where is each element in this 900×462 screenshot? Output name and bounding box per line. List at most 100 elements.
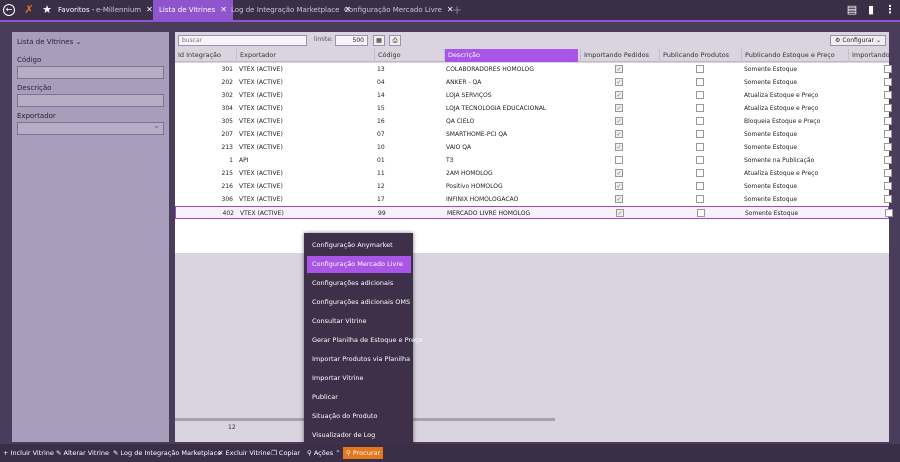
- menu-item[interactable]: Configuração Anymarket: [307, 237, 411, 254]
- col-publicando-estoque[interactable]: Publicando Estoque e Preço: [741, 49, 847, 62]
- incluir-vitrine-button[interactable]: + Incluir Vitrine: [3, 447, 54, 459]
- importando-checkbox[interactable]: ✓: [615, 143, 623, 151]
- importando-extra-checkbox[interactable]: [884, 91, 892, 99]
- col-importando-pedidos[interactable]: Importando Pedidos: [580, 49, 658, 62]
- print-icon[interactable]: ⎙: [389, 35, 401, 46]
- col-exportador[interactable]: Exportador: [236, 49, 373, 62]
- acoes-button[interactable]: ⚲ Ações ⌃: [307, 447, 341, 459]
- publicando-checkbox[interactable]: [696, 91, 704, 99]
- table-row[interactable]: 304 VTEX (ACTIVE) 15 LOJA TECNOLOGIA EDUCAC…: [175, 102, 892, 115]
- cell-id: 301: [221, 66, 233, 73]
- filter-title[interactable]: Lista de Vitrines ⌄: [17, 38, 81, 46]
- more-icon[interactable]: ⋮: [883, 3, 897, 17]
- publicando-checkbox[interactable]: [696, 78, 704, 86]
- importando-extra-checkbox[interactable]: [884, 117, 892, 125]
- importando-checkbox[interactable]: ✓: [615, 78, 623, 86]
- chat-icon[interactable]: ▮: [864, 3, 878, 17]
- menu-item[interactable]: Consultar Vitrine: [307, 313, 411, 330]
- table-row[interactable]: 207 VTEX (ACTIVE) 07 SMARTHOME-PCI QA ✓ Somen…: [175, 128, 892, 141]
- importando-checkbox[interactable]: ✓: [615, 91, 623, 99]
- tab-config-mercado-livre[interactable]: Configuração Mercado Livre ✕: [338, 0, 460, 20]
- cell-exportador: VTEX (ACTIVE): [239, 79, 283, 86]
- configurar-button[interactable]: ⚙ Configurar ⌄: [830, 35, 886, 46]
- importando-checkbox[interactable]: ✓: [615, 104, 623, 112]
- export-icon[interactable]: ▦: [373, 35, 385, 46]
- table-row[interactable]: 1 API 01 T3 Somente na Publicação: [175, 154, 892, 167]
- importando-checkbox[interactable]: ✓: [615, 195, 623, 203]
- publicando-checkbox[interactable]: [696, 104, 704, 112]
- menu-item[interactable]: Importar Produtos via Planilha: [307, 351, 411, 368]
- col-descricao[interactable]: Descrição: [444, 49, 578, 62]
- tab-label: e-Millennium: [96, 6, 142, 14]
- importando-extra-checkbox[interactable]: [884, 195, 892, 203]
- table-row[interactable]: 301 VTEX (ACTIVE) 13 COLABORADORES HOMOLOG ✓…: [175, 63, 892, 76]
- table-row[interactable]: 215 VTEX (ACTIVE) 11 2AM HOMOLOG ✓ Atualiza E…: [175, 167, 892, 180]
- importando-extra-checkbox[interactable]: [884, 130, 892, 138]
- clipboard-icon[interactable]: ▤: [845, 3, 859, 17]
- limite-input[interactable]: 500: [335, 35, 368, 46]
- menu-item[interactable]: Configuração Mercado Livre: [307, 256, 411, 273]
- publicando-checkbox[interactable]: [697, 209, 705, 217]
- tab-e-millennium[interactable]: e-Millennium ✕: [90, 0, 159, 20]
- table-row[interactable]: 402 VTEX (ACTIVE) 99 MERCADO LIVRE HOMOLOG ✓…: [175, 206, 893, 219]
- publicando-checkbox[interactable]: [696, 117, 704, 125]
- descricao-input[interactable]: [17, 94, 164, 107]
- tab-lista-de-vitrines[interactable]: Lista de Vitrines ✕: [153, 0, 233, 20]
- table-row[interactable]: 302 VTEX (ACTIVE) 14 LOJA SERVIÇOS ✓ Atualiza…: [175, 89, 892, 102]
- table-row[interactable]: 216 VTEX (ACTIVE) 12 Positivo HOMOLOG ✓ Somen…: [175, 180, 892, 193]
- excluir-vitrine-button[interactable]: ✕ Excluir Vitrine: [218, 447, 271, 459]
- cell-estoque: Somente Estoque: [744, 79, 798, 86]
- table-row[interactable]: 213 VTEX (ACTIVE) 10 VAIO QA ✓ Somente Estoqu…: [175, 141, 892, 154]
- copiar-button[interactable]: ❐ Copiar: [271, 447, 300, 459]
- publicando-checkbox[interactable]: [696, 143, 704, 151]
- menu-item[interactable]: Situação do Produto: [307, 408, 411, 425]
- bottom-bar: + Incluir Vitrine ✎ Alterar Vitrine ✎ Lo…: [0, 444, 900, 462]
- menu-item[interactable]: Importar Vitrine: [307, 370, 411, 387]
- menu-item[interactable]: Configurações adicionais OMS: [307, 294, 411, 311]
- col-importando[interactable]: Importando: [848, 49, 890, 62]
- cell-codigo: 14: [377, 92, 385, 99]
- cell-codigo: 11: [377, 170, 385, 177]
- menu-item[interactable]: Publicar: [307, 389, 411, 406]
- table-row[interactable]: 305 VTEX (ACTIVE) 16 QA CIELO ✓ Bloqueia Esto…: [175, 115, 892, 128]
- importando-extra-checkbox[interactable]: [884, 65, 892, 73]
- importando-checkbox[interactable]: ✓: [615, 117, 623, 125]
- publicando-checkbox[interactable]: [696, 65, 704, 73]
- importando-checkbox[interactable]: [615, 156, 623, 164]
- procurar-button[interactable]: ⚲ Procurar: [343, 447, 384, 459]
- col-codigo[interactable]: Código: [374, 49, 444, 62]
- codigo-input[interactable]: [17, 66, 164, 79]
- menu-item[interactable]: Gerar Planilha de Estoque e Preço: [307, 332, 423, 349]
- importando-extra-checkbox[interactable]: [884, 104, 892, 112]
- importando-checkbox[interactable]: ✓: [615, 182, 623, 190]
- publicando-checkbox[interactable]: [696, 182, 704, 190]
- importando-extra-checkbox[interactable]: [884, 78, 892, 86]
- table-row[interactable]: 202 VTEX (ACTIVE) 04 ANKER - QA ✓ Somente Est…: [175, 76, 892, 89]
- importando-checkbox[interactable]: ✓: [615, 65, 623, 73]
- publicando-checkbox[interactable]: [696, 156, 704, 164]
- importando-checkbox[interactable]: ✓: [615, 130, 623, 138]
- importando-extra-checkbox[interactable]: [884, 156, 892, 164]
- add-tab-icon[interactable]: +: [450, 3, 464, 17]
- col-publicando-produtos[interactable]: Publicando Produtos: [659, 49, 741, 62]
- search-input[interactable]: buscar: [178, 35, 307, 46]
- importando-extra-checkbox[interactable]: [884, 143, 892, 151]
- col-id-integracao[interactable]: Id Integração: [175, 49, 235, 62]
- menu-item[interactable]: Configurações adicionais: [307, 275, 411, 292]
- importando-checkbox[interactable]: ✓: [616, 209, 624, 217]
- log-integracao-button[interactable]: ✎ Log de Integração Marketplace: [113, 447, 221, 459]
- publicando-checkbox[interactable]: [696, 195, 704, 203]
- importando-checkbox[interactable]: ✓: [615, 169, 623, 177]
- cell-exportador: VTEX (ACTIVE): [239, 118, 283, 125]
- exportador-select[interactable]: [17, 121, 164, 135]
- alterar-vitrine-button[interactable]: ✎ Alterar Vitrine: [56, 447, 109, 459]
- importando-extra-checkbox[interactable]: [885, 209, 893, 217]
- table-row[interactable]: 306 VTEX (ACTIVE) 17 INFINIX HOMOLOGACAO ✓ So…: [175, 193, 892, 206]
- back-icon[interactable]: ←: [3, 4, 15, 16]
- publicando-checkbox[interactable]: [696, 130, 704, 138]
- importando-extra-checkbox[interactable]: [884, 169, 892, 177]
- menu-item[interactable]: Visualizador de Log: [307, 427, 411, 444]
- importando-extra-checkbox[interactable]: [884, 182, 892, 190]
- close-icon[interactable]: ✕: [146, 5, 153, 14]
- publicando-checkbox[interactable]: [696, 169, 704, 177]
